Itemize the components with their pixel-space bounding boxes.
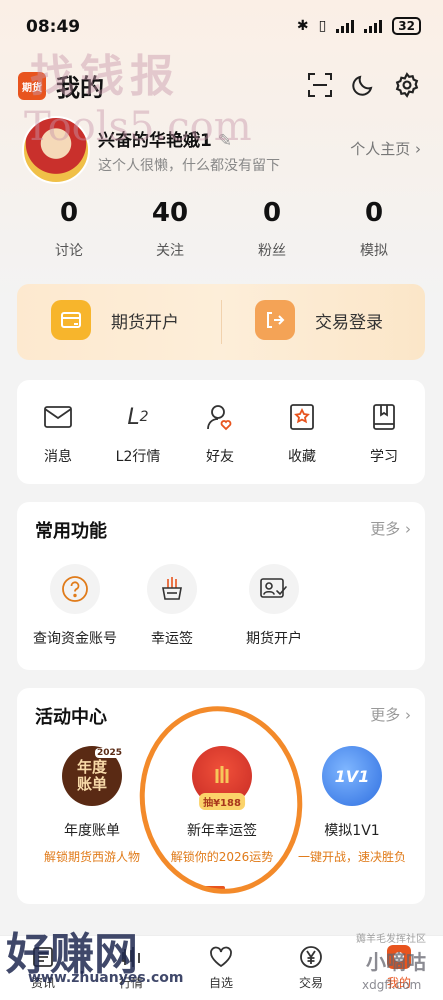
- book-icon: [349, 400, 419, 434]
- quick-item-learn[interactable]: 学习: [349, 400, 419, 466]
- stat-followers[interactable]: 0 粉丝: [217, 198, 327, 260]
- activity-center-title: 活动中心: [35, 707, 107, 728]
- open-account-icon: [51, 300, 91, 340]
- quick-item-message[interactable]: 消息: [23, 400, 93, 466]
- quick-item-favorites[interactable]: 收藏: [267, 400, 337, 466]
- heart-icon: [186, 944, 256, 970]
- scan-icon[interactable]: [305, 70, 335, 100]
- vibrate-icon: ▯: [318, 18, 327, 34]
- username[interactable]: 兴奋的华艳娥1 ✎: [98, 126, 232, 151]
- function-query-account[interactable]: 查询资金账号: [23, 564, 127, 648]
- annual-bill-image: 年度账单 2025: [62, 746, 124, 806]
- signal-icon-2: [364, 19, 383, 33]
- settings-icon[interactable]: [392, 70, 422, 100]
- stat-simulation[interactable]: 0 模拟: [319, 198, 429, 260]
- sim-1v1-image: 1V1: [322, 746, 382, 806]
- status-time: 08:49: [26, 17, 81, 37]
- activity-sim-1v1[interactable]: 1V1 模拟1V1 一键开战，速决胜负: [287, 746, 417, 865]
- yen-icon: [276, 944, 346, 970]
- common-more-link[interactable]: 更多 ›: [370, 518, 411, 539]
- chevron-right-icon: ›: [415, 140, 421, 158]
- nav-trade[interactable]: 交易: [276, 944, 346, 991]
- open-account-button[interactable]: 期货开户: [51, 300, 179, 340]
- star-icon: [267, 400, 337, 434]
- friend-icon: [185, 400, 255, 434]
- mail-icon: [23, 400, 93, 434]
- nav-mine[interactable]: 我的: [364, 944, 434, 991]
- question-icon: [50, 564, 100, 614]
- nav-market[interactable]: 行情: [96, 944, 166, 991]
- mine-icon: [364, 944, 434, 970]
- page-title: 我的: [56, 74, 104, 102]
- user-bio: 这个人很懒，什么都没有留下: [98, 158, 280, 174]
- market-icon: [96, 944, 166, 970]
- function-open-account[interactable]: 期货开户: [237, 564, 311, 648]
- quick-item-friends[interactable]: 好友: [185, 400, 255, 466]
- quick-item-l2[interactable]: L2 L2行情: [103, 400, 173, 466]
- status-bar: 08:49 ✱ ▯ 32: [0, 0, 443, 56]
- night-mode-icon[interactable]: [348, 70, 378, 100]
- id-card-icon: [249, 564, 299, 614]
- battery-indicator: 32: [392, 17, 421, 35]
- avatar[interactable]: [22, 116, 90, 184]
- signal-icon: [336, 19, 355, 33]
- l2-icon: L2: [127, 404, 149, 430]
- homepage-link[interactable]: 个人主页 ›: [350, 138, 421, 159]
- activity-annual-bill[interactable]: 年度账单 2025 年度账单 解锁期货西游人物: [27, 746, 157, 865]
- stat-following[interactable]: 40 关注: [115, 198, 225, 260]
- news-icon: [8, 944, 78, 970]
- app-logo: 期货: [18, 72, 46, 100]
- function-lucky-draw[interactable]: 幸运签: [135, 564, 209, 648]
- lucky-pot-icon: [147, 564, 197, 614]
- nav-news[interactable]: 资讯: [8, 944, 78, 991]
- quick-actions-card: 消息 L2 L2行情 好友 收藏 学习: [17, 380, 425, 484]
- stat-discussion[interactable]: 0 讨论: [14, 198, 124, 260]
- common-functions-title: 常用功能: [35, 521, 107, 542]
- account-banner: 期货开户 交易登录: [17, 284, 425, 360]
- edit-icon[interactable]: ✎: [218, 131, 232, 151]
- bluetooth-icon: ✱: [296, 18, 309, 34]
- login-icon: [255, 300, 295, 340]
- nav-watchlist[interactable]: 自选: [186, 944, 256, 991]
- trade-login-button[interactable]: 交易登录: [255, 300, 383, 340]
- bottom-nav: 资讯 行情 自选 交易 我的: [0, 935, 443, 1000]
- activity-more-link[interactable]: 更多 ›: [370, 704, 411, 725]
- banner-divider: [221, 300, 222, 344]
- common-functions-card: 常用功能 更多 › 查询资金账号 幸运签 期货开户: [17, 502, 425, 670]
